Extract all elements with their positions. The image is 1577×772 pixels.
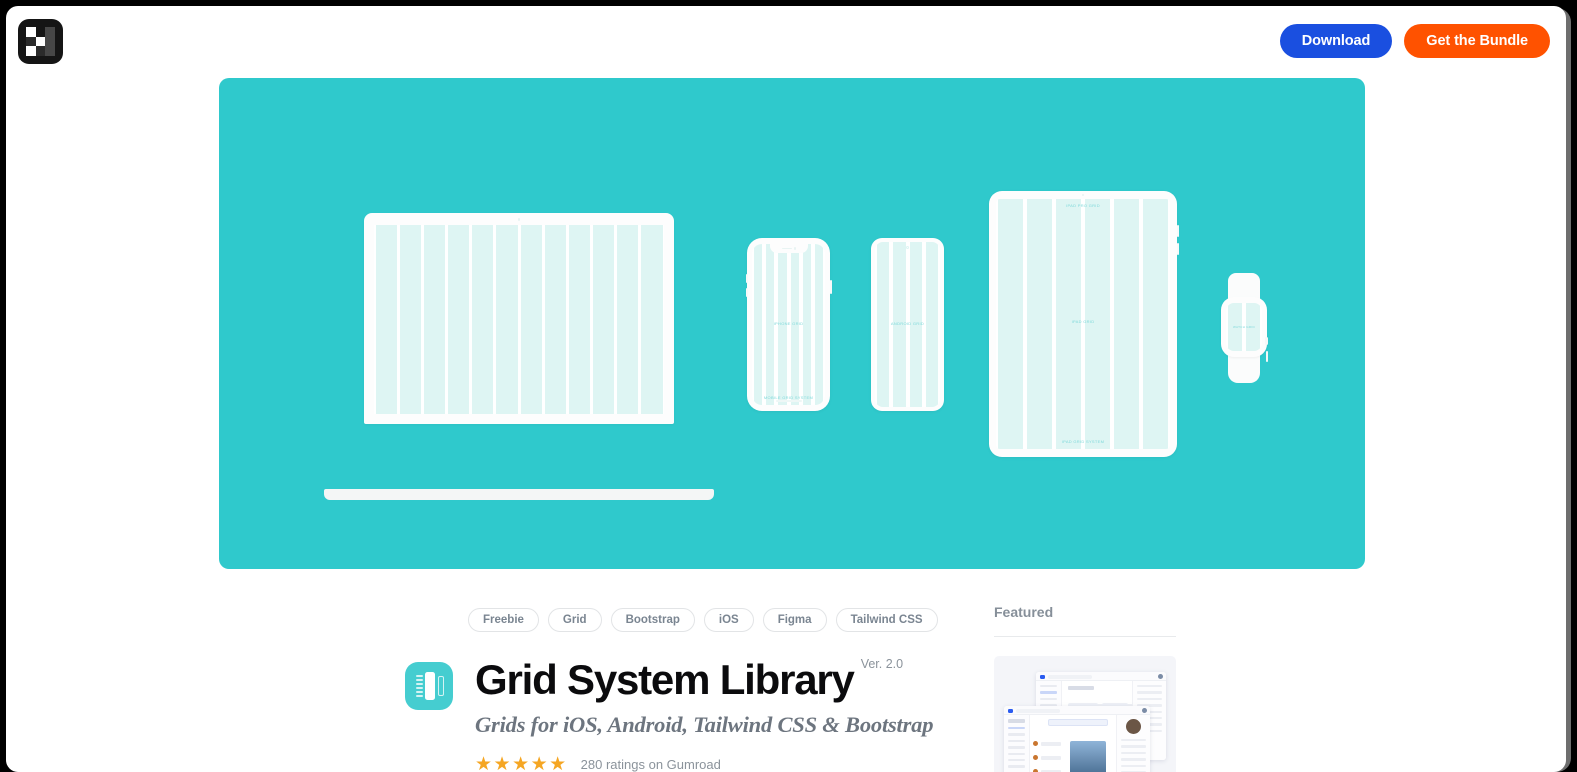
watch-screen-label: WATCH GRID (1233, 325, 1255, 330)
android-screen-label: ANDROID GRID (890, 321, 925, 327)
logo-cell (45, 27, 55, 37)
watch-digital-crown (1265, 337, 1268, 345)
iphone-camera-icon (793, 247, 796, 250)
iphone-speaker-icon (781, 247, 792, 250)
iphone-screen-label: IPHONE GRID (773, 321, 804, 327)
app-window-frame: Download Get the Bundle IPHONE GRID MOBI… (0, 0, 1577, 772)
device-iphone: IPHONE GRID MOBILE GRID SYSTEM (745, 238, 832, 411)
featured-thumbnail[interactable] (994, 656, 1176, 772)
rating-row: ★★★★★ 280 ratings on Gumroad (475, 755, 933, 772)
tablet-screen-header-label: IPAD PRO GRID (1066, 203, 1100, 208)
download-button[interactable]: Download (1279, 24, 1393, 58)
iphone-volume-up-button (745, 274, 748, 283)
device-laptop (324, 213, 714, 505)
laptop-camera-icon (517, 218, 521, 221)
logo-cell (26, 46, 36, 56)
mock-profile-avatar (1126, 719, 1141, 734)
tablet-volume-button (1176, 225, 1179, 237)
device-watch: WATCH GRID (1219, 273, 1269, 383)
tablet-power-button (1176, 243, 1179, 255)
rating-stars-icon: ★★★★★ (475, 754, 568, 772)
page-surface: Download Get the Bundle IPHONE GRID MOBI… (6, 6, 1566, 772)
mock-image-preview (1070, 741, 1106, 772)
logo-cell (35, 36, 46, 47)
android-grid-screen: ANDROID GRID (875, 242, 940, 407)
top-bar: Download Get the Bundle (6, 6, 1566, 84)
rating-count-label: 280 ratings on Gumroad (580, 757, 721, 772)
mock-topbar (1036, 672, 1166, 681)
product-text-block: Grid System Library Ver. 2.0 Grids for i… (475, 656, 933, 772)
hero-banner[interactable]: IPHONE GRID MOBILE GRID SYSTEM ANDROID G… (219, 78, 1365, 569)
featured-heading: Featured (994, 604, 1054, 620)
product-header: Grid System Library Ver. 2.0 Grids for i… (405, 656, 933, 772)
tablet-grid-screen: IPAD PRO GRID IPAD GRID IPAD GRID SYSTEM (996, 199, 1170, 449)
tag-freebie[interactable]: Freebie (468, 608, 539, 632)
watch-side-button (1265, 351, 1268, 362)
iphone-grid-screen: IPHONE GRID MOBILE GRID SYSTEM (752, 244, 825, 405)
laptop-grid-screen (374, 225, 664, 414)
tag-figma[interactable]: Figma (762, 608, 827, 632)
mock-brand-icon (1040, 674, 1045, 679)
product-tagline: Grids for iOS, Android, Tailwind CSS & B… (475, 712, 934, 737)
app-icon-outline-bar (438, 676, 444, 696)
device-android: ANDROID GRID (871, 238, 944, 411)
laptop-lid (364, 213, 674, 424)
tag-tailwind-css[interactable]: Tailwind CSS (835, 608, 938, 632)
logo-cell (35, 27, 46, 37)
logo-cell (26, 36, 36, 47)
featured-panel: Featured (994, 604, 1176, 772)
mock-avatar (1158, 674, 1163, 679)
iphone-power-button (829, 280, 832, 294)
mock-window-front (1004, 706, 1150, 772)
bundle-button[interactable]: Get the Bundle (1404, 24, 1550, 58)
mock-topbar (1004, 706, 1150, 715)
app-icon-wide-bar (425, 672, 435, 700)
logo-cell (26, 27, 36, 37)
version-label: Ver. 2.0 (860, 657, 904, 671)
checker-logo[interactable] (18, 19, 63, 64)
mock-brand-icon (1008, 708, 1013, 713)
tag-grid[interactable]: Grid (547, 608, 602, 632)
tablet-camera-icon (1081, 194, 1085, 197)
mock-right-panel (1116, 715, 1150, 772)
laptop-base (324, 489, 714, 500)
iphone-home-indicator (775, 400, 802, 402)
grid-system-app-icon (405, 662, 453, 710)
device-tablet: IPAD PRO GRID IPAD GRID IPAD GRID SYSTEM (989, 191, 1179, 457)
tablet-screen-label: IPAD GRID (1071, 319, 1095, 324)
checker-logo-glyph (26, 27, 55, 56)
featured-divider (994, 636, 1176, 637)
tag-bootstrap[interactable]: Bootstrap (610, 608, 695, 632)
watch-body: WATCH GRID (1221, 297, 1268, 362)
tag-list: Freebie Grid Bootstrap iOS Figma Tailwin… (468, 608, 938, 632)
watch-grid-screen: WATCH GRID (1226, 303, 1262, 351)
tag-ios[interactable]: iOS (703, 608, 754, 632)
top-bar-actions: Download Get the Bundle (1279, 24, 1550, 58)
title-row: Grid System Library Ver. 2.0 (475, 656, 933, 703)
page-title: Grid System Library (475, 656, 855, 703)
mock-sidebar (1004, 715, 1030, 772)
logo-cell (35, 46, 46, 56)
mock-search-field (1048, 674, 1092, 679)
mock-search-field (1016, 708, 1060, 713)
logo-cell (45, 46, 55, 56)
logo-cell (45, 36, 55, 47)
iphone-volume-down-button (745, 288, 748, 297)
mock-avatar (1142, 708, 1147, 713)
app-icon-thin-bars (416, 675, 423, 697)
tablet-screen-footer-label: IPAD GRID SYSTEM (1061, 439, 1105, 444)
